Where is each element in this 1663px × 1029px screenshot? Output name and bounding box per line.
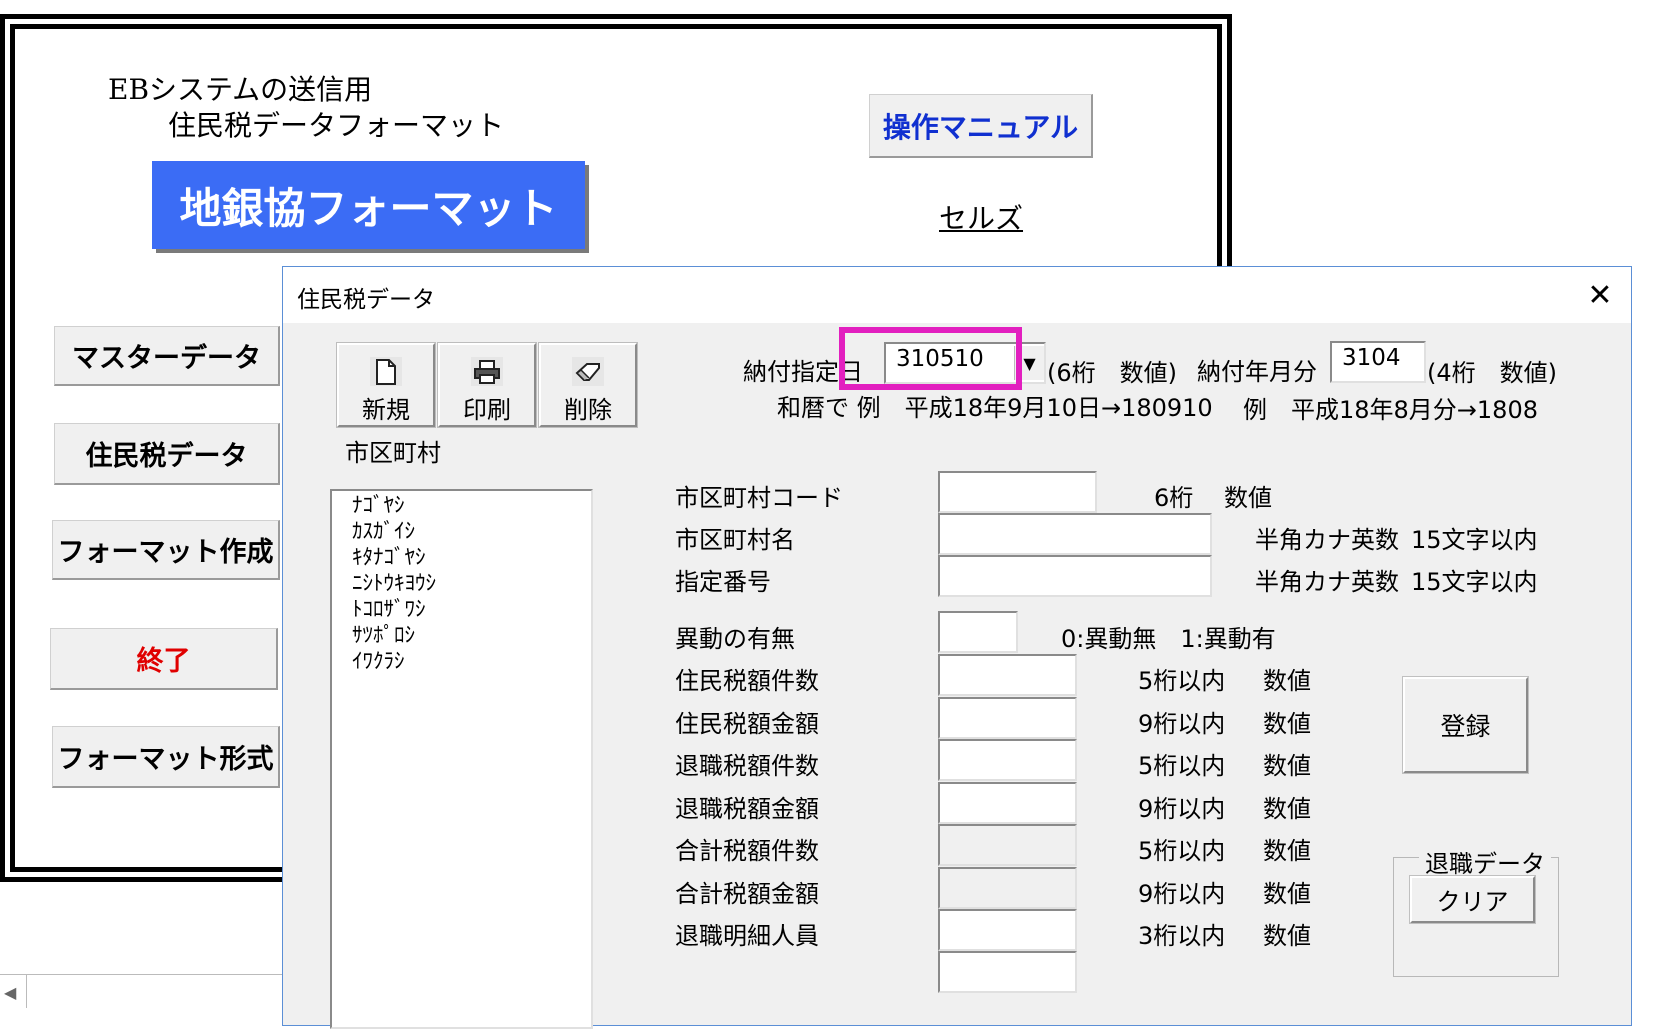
retire-data-caption: 退職データ (1419, 844, 1551, 879)
print-button[interactable]: 印刷 (437, 342, 537, 428)
format-create-button[interactable]: フォーマット作成 (52, 520, 280, 580)
clear-button[interactable]: クリア (1409, 875, 1536, 924)
master-data-button[interactable]: マスターデータ (54, 326, 280, 386)
field-hint-type: 数値 (1263, 922, 1311, 950)
field-hint-type: 15文字以内 (1411, 568, 1538, 596)
printer-icon (471, 357, 503, 386)
manual-button[interactable]: 操作マニュアル (869, 94, 1093, 158)
municipality-name-input[interactable] (938, 513, 1212, 555)
new-button-label: 新規 (362, 396, 410, 424)
payment-month-example: 例 平成18年8月分→1808 (1243, 396, 1538, 424)
dialog-title: 住民税データ (297, 287, 435, 313)
field-label: 市区町村コード (675, 484, 843, 512)
list-item[interactable]: ﾆｼﾄｳｷﾖｳｼ (352, 571, 436, 595)
list-item[interactable]: ﾅｺﾞﾔｼ (352, 493, 405, 517)
field-hint: 5桁以内 (1138, 837, 1226, 865)
field-hint: 5桁以内 (1138, 667, 1226, 695)
logo-banner: 地銀協フォーマット (152, 161, 585, 249)
field-hint-type: 数値 (1263, 837, 1311, 865)
field-hint: 半角カナ英数 (1255, 568, 1399, 596)
list-item[interactable]: ﾄｺﾛｻﾞﾜｼ (352, 597, 426, 621)
field-hint: 9桁以内 (1138, 795, 1226, 823)
field-label: 退職明細人員 (675, 922, 819, 950)
field-hint: 3桁以内 (1138, 922, 1226, 950)
field-label: 退職税額件数 (675, 752, 819, 780)
payment-date-example: 和暦で 例 平成18年9月10日→180910 (777, 394, 1213, 422)
change-flag-input[interactable] (938, 611, 1018, 653)
retirement-tax-amount-input[interactable] (938, 782, 1077, 824)
list-item[interactable]: ｶｽｶﾞｲｼ (352, 519, 415, 543)
field-label: 異動の有無 (675, 625, 795, 653)
field-label: 退職税額金額 (675, 795, 819, 823)
field-label: 市区町村名 (675, 526, 795, 554)
field-hint: 9桁以内 (1138, 710, 1226, 738)
triangle-left-icon[interactable]: ◀ (4, 983, 16, 1002)
list-item[interactable]: ｻﾂﾎﾟﾛｼ (352, 623, 415, 647)
field-label: 合計税額金額 (675, 880, 819, 908)
delete-button[interactable]: 削除 (538, 342, 638, 428)
eraser-icon (572, 357, 604, 386)
payment-month-input[interactable]: 3104 (1330, 341, 1426, 383)
field-label: 合計税額件数 (675, 837, 819, 865)
sheet-tab-strip: ◀ (0, 974, 290, 1008)
juminzei-dialog: 住民税データ ✕ 新規 印刷 削除 納付指定日 310510 ▼ (6桁 数値)… (282, 266, 1632, 1029)
field-hint-type: 数値 (1263, 880, 1311, 908)
field-label: 指定番号 (675, 568, 771, 596)
resident-tax-amount-input[interactable] (938, 697, 1077, 739)
highlight-box (839, 327, 1022, 390)
dialog-titlebar: 住民税データ ✕ (283, 267, 1631, 323)
resident-tax-count-input[interactable] (938, 654, 1077, 696)
field-hint: 6桁 (1154, 484, 1194, 512)
list-item[interactable]: ｲﾜｸﾗｼ (352, 649, 405, 673)
field-hint-type: 15文字以内 (1411, 526, 1538, 554)
payment-month-value: 3104 (1342, 345, 1401, 371)
total-tax-count-input (938, 824, 1077, 866)
exit-button[interactable]: 終了 (50, 628, 278, 690)
field-hint-type: 数値 (1263, 795, 1311, 823)
total-tax-amount-input (938, 867, 1077, 909)
extra-input[interactable] (938, 951, 1077, 993)
field-hint-type: 数値 (1263, 752, 1311, 780)
cells-link[interactable]: セルズ (939, 197, 1023, 237)
field-hint: 0:異動無 1:異動有 (1061, 625, 1276, 653)
municipality-code-input[interactable] (938, 471, 1097, 513)
list-item[interactable]: ｷﾀﾅｺﾞﾔｼ (352, 545, 426, 569)
format-type-button[interactable]: フォーマット形式 (52, 726, 280, 788)
retirement-detail-count-input[interactable] (938, 909, 1077, 951)
field-hint-type: 数値 (1263, 710, 1311, 738)
new-button[interactable]: 新規 (336, 342, 436, 428)
menu-title-line2: 住民税データフォーマット (168, 109, 505, 142)
field-hint: 半角カナ英数 (1255, 526, 1399, 554)
designation-number-input[interactable] (938, 555, 1212, 597)
field-hint-type: 数値 (1224, 484, 1272, 512)
delete-button-label: 削除 (564, 396, 612, 424)
municipality-listbox[interactable]: ﾅｺﾞﾔｼ ｶｽｶﾞｲｼ ｷﾀﾅｺﾞﾔｼ ﾆｼﾄｳｷﾖｳｼ ﾄｺﾛｻﾞﾜｼ ｻﾂ… (330, 489, 593, 1029)
juminzei-data-button[interactable]: 住民税データ (54, 423, 280, 485)
field-label: 住民税額金額 (675, 710, 819, 738)
field-label: 住民税額件数 (675, 667, 819, 695)
payment-date-hint: (6桁 数値) (1047, 359, 1177, 387)
field-hint: 9桁以内 (1138, 880, 1226, 908)
payment-month-hint: (4桁 数値) (1427, 359, 1557, 387)
register-button[interactable]: 登録 (1402, 676, 1529, 774)
field-hint: 5桁以内 (1138, 752, 1226, 780)
close-icon[interactable]: ✕ (1578, 273, 1622, 317)
new-document-icon (370, 357, 402, 386)
municipality-list-label: 市区町村 (345, 439, 441, 467)
field-hint-type: 数値 (1263, 667, 1311, 695)
print-button-label: 印刷 (463, 396, 511, 424)
menu-title-line1: EBシステムの送信用 (108, 73, 373, 106)
payment-month-label: 納付年月分 (1197, 358, 1317, 386)
retirement-tax-count-input[interactable] (938, 739, 1077, 781)
